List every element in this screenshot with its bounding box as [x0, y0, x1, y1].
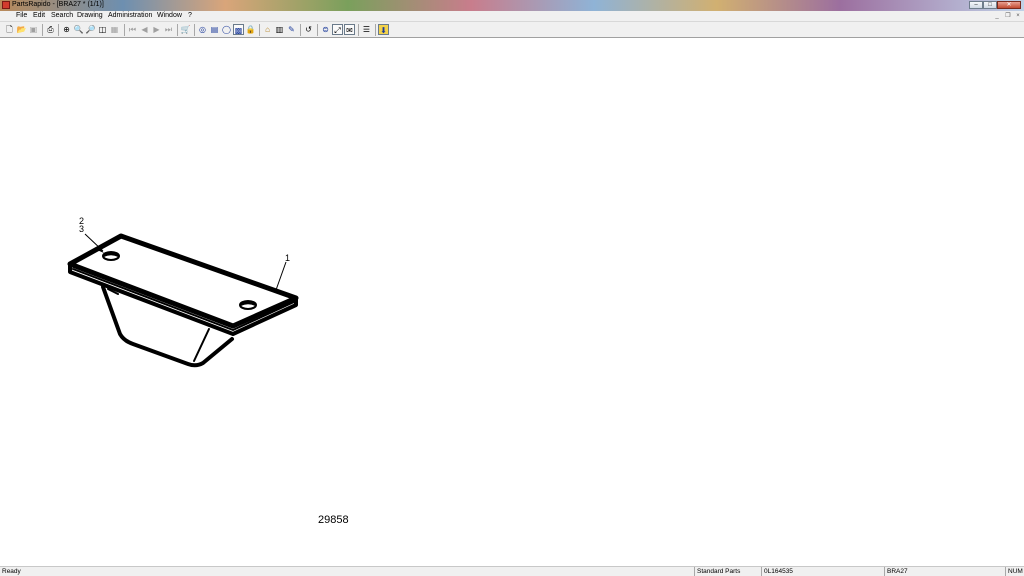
mail-icon[interactable]: ✉: [344, 24, 355, 35]
toolbar-separator: [124, 24, 125, 36]
part-illustration[interactable]: 1 2 3: [0, 38, 1024, 566]
cart-icon[interactable]: 🛒: [180, 24, 191, 35]
menu-search[interactable]: Search: [51, 12, 73, 19]
parts-list-icon[interactable]: ▤: [209, 24, 220, 35]
previous-page-icon[interactable]: ◀: [139, 24, 150, 35]
mdi-minimize-button[interactable]: _: [993, 12, 1001, 20]
menu-drawing[interactable]: Drawing: [77, 12, 103, 19]
refresh-icon[interactable]: ↺: [303, 24, 314, 35]
zoom-out-icon[interactable]: 🔎: [85, 24, 96, 35]
print-icon[interactable]: ⎙: [45, 24, 56, 35]
new-document-icon[interactable]: 🗋: [4, 24, 15, 35]
first-page-icon[interactable]: ⏮: [127, 24, 138, 35]
toolbar-separator: [42, 24, 43, 36]
status-category: Standard Parts: [694, 567, 760, 576]
home-icon[interactable]: ⌂: [262, 24, 273, 35]
window-title: PartsRapido - [BRA27 * (1/1)]: [12, 1, 104, 8]
menu-administration[interactable]: Administration: [108, 12, 152, 19]
callout-3[interactable]: 3: [79, 224, 84, 234]
status-ready: Ready: [2, 568, 21, 575]
menu-file[interactable]: File: [16, 12, 27, 19]
plate: [67, 233, 299, 336]
toolbar-separator: [177, 24, 178, 36]
fullscreen-icon[interactable]: ⤢: [332, 24, 343, 35]
zoom-fit-icon[interactable]: ⊕: [61, 24, 72, 35]
pen-icon[interactable]: ✎: [286, 24, 297, 35]
save-icon[interactable]: ▣: [28, 24, 39, 35]
bookmark-icon[interactable]: ▥: [274, 24, 285, 35]
toolbar-separator: [317, 24, 318, 36]
lock-icon[interactable]: 🔒: [245, 24, 256, 35]
status-part-number: 0L164535: [761, 567, 883, 576]
mdi-restore-button[interactable]: ❐: [1004, 12, 1012, 20]
close-button[interactable]: ✕: [997, 1, 1021, 9]
toolbar-separator: [300, 24, 301, 36]
callout-1[interactable]: 1: [285, 253, 290, 263]
image-icon[interactable]: ▩: [233, 24, 244, 35]
drawing-number: 29858: [318, 514, 349, 526]
menu-bar: File Edit Search Drawing Administration …: [0, 11, 1024, 22]
toolbar-separator: [194, 24, 195, 36]
toolbar-separator: [58, 24, 59, 36]
list-icon[interactable]: ☰: [361, 24, 372, 35]
menu-edit[interactable]: Edit: [33, 12, 45, 19]
maximize-button[interactable]: □: [983, 1, 997, 9]
drawing-canvas[interactable]: 1 2 3 29858: [0, 38, 1024, 566]
status-bar: Ready Standard Parts 0L164535 BRA27 NUM: [0, 566, 1024, 576]
status-catalog: BRA27: [884, 567, 1004, 576]
toolbar-separator: [259, 24, 260, 36]
zoom-in-icon[interactable]: 🔍: [73, 24, 84, 35]
open-folder-icon[interactable]: 📂: [16, 24, 27, 35]
zoom-window-icon[interactable]: ▦: [109, 24, 120, 35]
last-page-icon[interactable]: ⏭: [163, 24, 174, 35]
circle-icon[interactable]: ◯: [221, 24, 232, 35]
help-icon[interactable]: ⬇: [378, 24, 389, 35]
toolbar-separator: [358, 24, 359, 36]
next-page-icon[interactable]: ▶: [151, 24, 162, 35]
toolbar-separator: [375, 24, 376, 36]
app-icon[interactable]: [2, 1, 10, 9]
zoom-page-icon[interactable]: ◫: [97, 24, 108, 35]
title-bar: PartsRapido - [BRA27 * (1/1)] – □ ✕: [0, 0, 1024, 11]
minimize-button[interactable]: –: [969, 1, 983, 9]
globe-icon[interactable]: ⊜: [320, 24, 331, 35]
menu-help[interactable]: ?: [188, 12, 192, 19]
binoculars-icon[interactable]: ◎: [197, 24, 208, 35]
toolbar: 🗋 📂 ▣ ⎙ ⊕ 🔍 🔎 ◫ ▦ ⏮ ◀ ▶ ⏭ 🛒 ◎ ▤ ◯ ▩ 🔒 ⌂ …: [0, 22, 1024, 38]
mdi-close-button[interactable]: ×: [1014, 12, 1022, 20]
status-numlock: NUM: [1005, 567, 1024, 576]
menu-window[interactable]: Window: [157, 12, 182, 19]
